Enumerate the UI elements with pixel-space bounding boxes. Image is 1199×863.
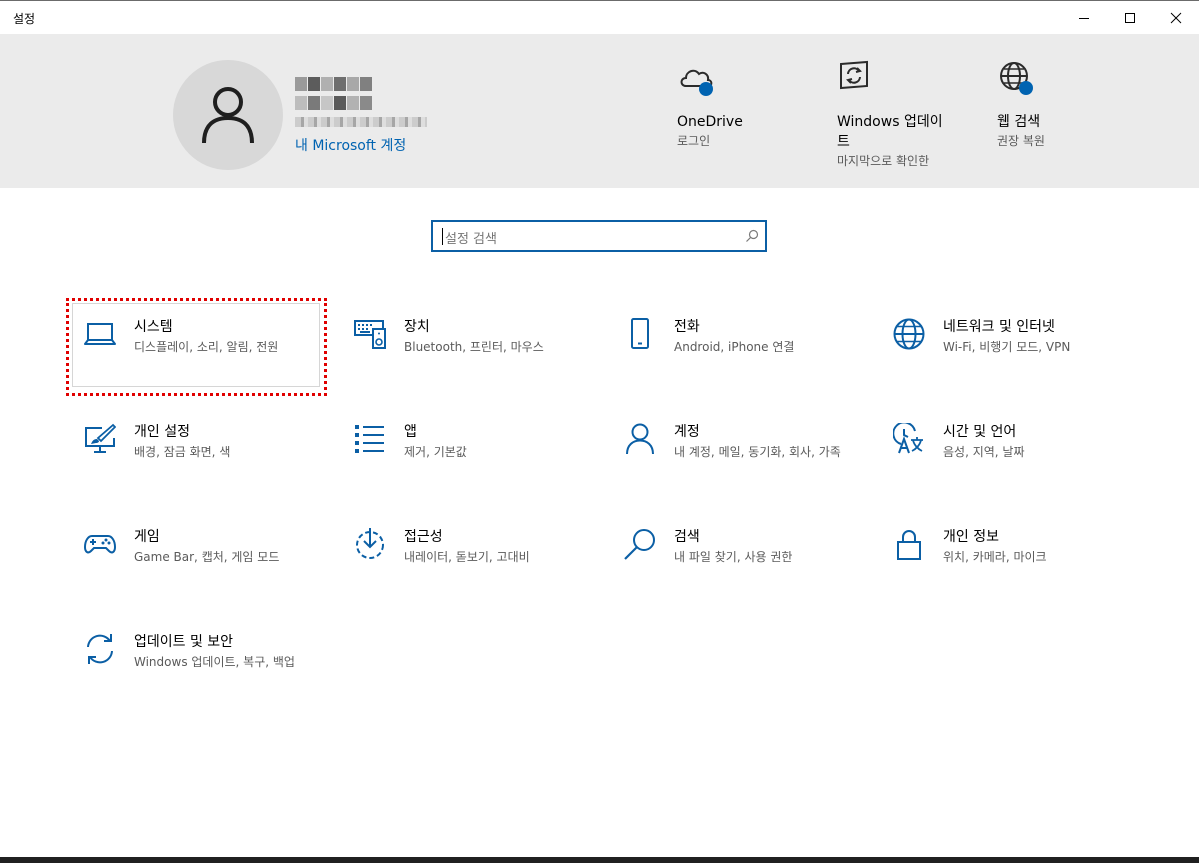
tile-description: 음성, 지역, 날짜	[943, 445, 1025, 459]
highlight-annotation	[66, 298, 327, 396]
maximize-button[interactable]	[1107, 1, 1153, 34]
microsoft-account-link[interactable]: 내 Microsoft 계정	[295, 135, 406, 155]
tile-personalization[interactable]: 개인 설정 배경, 잠금 화면, 색	[68, 407, 318, 492]
windows-update-icon	[837, 60, 877, 100]
lock-icon	[897, 530, 921, 560]
tile-title: 네트워크 및 인터넷	[943, 319, 1055, 335]
tile-title: 검색	[674, 529, 700, 545]
ease-of-access-icon	[356, 528, 384, 559]
time-language-icon	[893, 423, 923, 454]
window-title: 설정	[13, 12, 36, 26]
tile-description: 내레이터, 돋보기, 고대비	[404, 550, 530, 564]
maximize-icon	[1125, 12, 1135, 23]
keyboard-speaker-icon	[354, 320, 386, 349]
tile-description: 내 파일 찾기, 사용 권한	[674, 550, 793, 564]
tile-title: 게임	[134, 529, 160, 545]
quick-link-windows-update[interactable]: Windows 업데이트 마지막으로 확인한	[837, 60, 957, 170]
tile-title: 시간 및 언어	[943, 424, 1017, 440]
tile-privacy[interactable]: 개인 정보 위치, 카메라, 마이크	[877, 512, 1127, 597]
tile-search[interactable]: 검색 내 파일 찾기, 사용 권한	[608, 512, 858, 597]
tile-description: 제거, 기본값	[404, 445, 467, 459]
tile-description: Windows 업데이트, 복구, 백업	[134, 655, 295, 669]
tile-ease-of-access[interactable]: 접근성 내레이터, 돋보기, 고대비	[338, 512, 588, 597]
tile-network[interactable]: 네트워크 및 인터넷 Wi-Fi, 비행기 모드, VPN	[877, 302, 1127, 387]
quick-link-subtitle: 마지막으로 확인한	[837, 154, 930, 168]
tile-devices[interactable]: 장치 Bluetooth, 프린터, 마우스	[338, 302, 588, 387]
tile-title: 앱	[404, 424, 417, 440]
quick-link-title: 웹 검색	[997, 114, 1041, 130]
onedrive-cloud-icon	[677, 60, 717, 100]
quick-link-web-search[interactable]: 웹 검색 권장 복원	[997, 60, 1045, 150]
taskbar-edge	[0, 857, 1199, 863]
tile-description: Game Bar, 캡처, 게임 모드	[134, 550, 280, 564]
quick-link-title: OneDrive	[677, 114, 743, 130]
title-bar: 설정	[0, 0, 1199, 34]
tile-title: 업데이트 및 보안	[134, 634, 234, 650]
search-icon	[624, 529, 655, 560]
user-name-redacted	[295, 76, 377, 110]
tile-description: Bluetooth, 프린터, 마우스	[404, 340, 544, 354]
avatar[interactable]	[173, 60, 283, 170]
globe-icon	[893, 318, 925, 350]
paint-brush-monitor-icon	[85, 423, 116, 453]
tile-title: 전화	[674, 319, 700, 335]
close-button[interactable]	[1153, 1, 1199, 34]
tile-description: Android, iPhone 연결	[674, 340, 795, 354]
tile-description: 위치, 카메라, 마이크	[943, 550, 1047, 564]
tile-title: 접근성	[404, 529, 443, 545]
quick-link-subtitle: 권장 복원	[997, 134, 1045, 148]
gamepad-icon	[84, 535, 116, 554]
tile-apps[interactable]: 앱 제거, 기본값	[338, 407, 588, 492]
tile-title: 개인 설정	[134, 424, 190, 440]
minimize-icon	[1079, 17, 1089, 19]
tile-gaming[interactable]: 게임 Game Bar, 캡처, 게임 모드	[68, 512, 318, 597]
tile-time-language[interactable]: 시간 및 언어 음성, 지역, 날짜	[877, 407, 1127, 492]
search-placeholder: 설정 검색	[445, 232, 497, 247]
apps-list-icon	[355, 425, 384, 453]
tile-phone[interactable]: 전화 Android, iPhone 연결	[608, 302, 858, 387]
quick-link-subtitle: 로그인	[677, 134, 711, 148]
close-icon	[1170, 12, 1182, 23]
sync-arrows-icon	[87, 634, 113, 664]
tile-title: 장치	[404, 319, 430, 335]
tile-accounts[interactable]: 계정 내 계정, 메일, 동기화, 회사, 가족	[608, 407, 858, 492]
phone-icon	[631, 318, 649, 349]
tile-description: 내 계정, 메일, 동기화, 회사, 가족	[674, 445, 841, 459]
text-caret	[442, 228, 443, 245]
tile-title: 개인 정보	[943, 529, 999, 545]
web-search-globe-icon	[997, 60, 1037, 100]
search-icon	[746, 229, 759, 242]
user-avatar-icon	[202, 87, 254, 144]
tile-update-security[interactable]: 업데이트 및 보안 Windows 업데이트, 복구, 백업	[68, 617, 318, 702]
settings-search-input[interactable]: 설정 검색	[431, 220, 767, 252]
tile-description: Wi-Fi, 비행기 모드, VPN	[943, 340, 1071, 354]
minimize-button[interactable]	[1061, 1, 1107, 34]
quick-link-title: Windows 업데이트	[837, 114, 943, 150]
user-email-redacted	[295, 117, 427, 127]
person-icon	[626, 423, 654, 455]
tile-title: 계정	[674, 424, 700, 440]
quick-link-onedrive[interactable]: OneDrive 로그인	[677, 60, 743, 150]
tile-description: 배경, 잠금 화면, 색	[134, 445, 231, 459]
